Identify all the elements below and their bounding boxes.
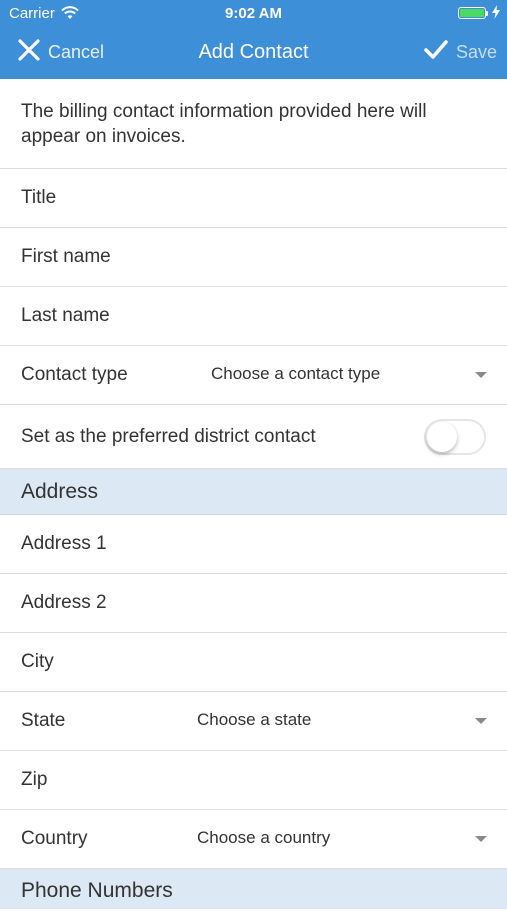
- preferred-contact-row: Set as the preferred district contact: [0, 405, 507, 469]
- save-label: Save: [455, 41, 497, 62]
- status-bar: Carrier 9:02 AM: [0, 0, 507, 28]
- title-field[interactable]: Title: [0, 169, 507, 228]
- country-row[interactable]: Country Choose a country: [0, 810, 507, 869]
- address1-placeholder: Address 1: [21, 533, 107, 554]
- save-button[interactable]: Save: [424, 38, 497, 66]
- contact-type-select[interactable]: Choose a contact type: [211, 346, 380, 402]
- phone-section-header: Phone Numbers: [0, 869, 507, 909]
- preferred-contact-label: Set as the preferred district contact: [21, 426, 316, 447]
- zip-field[interactable]: Zip: [0, 751, 507, 810]
- city-field[interactable]: City: [0, 633, 507, 692]
- intro-text: The billing contact information provided…: [0, 79, 507, 169]
- city-placeholder: City: [21, 651, 54, 672]
- last-name-field[interactable]: Last name: [0, 287, 507, 346]
- checkmark-icon: [424, 39, 448, 66]
- zip-placeholder: Zip: [21, 769, 48, 790]
- status-time: 9:02 AM: [225, 5, 282, 22]
- address-section-header: Address: [0, 469, 507, 515]
- last-name-placeholder: Last name: [21, 305, 110, 326]
- preferred-contact-toggle[interactable]: [424, 419, 486, 455]
- battery-cap: [486, 11, 488, 16]
- chevron-down-icon: [475, 718, 487, 724]
- charging-bolt-icon: [492, 5, 500, 24]
- contact-type-label: Contact type: [21, 364, 128, 385]
- state-label: State: [21, 710, 66, 731]
- address2-placeholder: Address 2: [21, 592, 107, 613]
- top-bar: Carrier 9:02 AM Cancel Add Contact Save: [0, 0, 507, 79]
- state-row[interactable]: State Choose a state: [0, 692, 507, 751]
- contact-form: The billing contact information provided…: [0, 79, 507, 909]
- address1-field[interactable]: Address 1: [0, 515, 507, 574]
- first-name-placeholder: First name: [21, 246, 111, 267]
- chevron-down-icon: [475, 372, 487, 378]
- first-name-field[interactable]: First name: [0, 228, 507, 287]
- address2-field[interactable]: Address 2: [0, 574, 507, 633]
- state-select[interactable]: Choose a state: [197, 692, 311, 748]
- chevron-down-icon: [475, 836, 487, 842]
- country-label: Country: [21, 828, 88, 849]
- contact-type-row[interactable]: Contact type Choose a contact type: [0, 346, 507, 405]
- country-select[interactable]: Choose a country: [197, 810, 330, 866]
- title-placeholder: Title: [21, 187, 57, 208]
- battery-icon: [458, 7, 486, 19]
- toggle-knob: [427, 422, 457, 452]
